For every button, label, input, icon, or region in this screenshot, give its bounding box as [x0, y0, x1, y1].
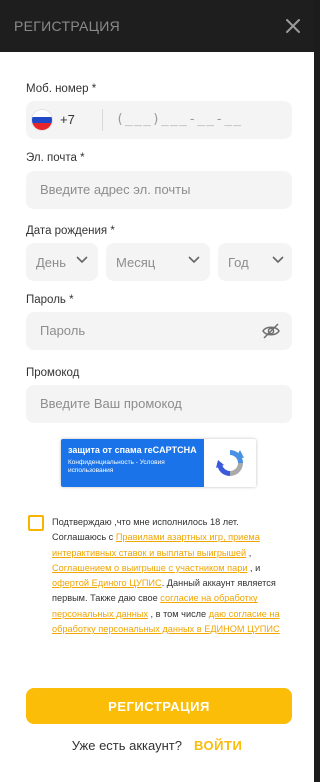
- eye-off-icon[interactable]: [262, 323, 280, 339]
- chevron-down-icon: [272, 256, 284, 264]
- password-field[interactable]: Пароль: [26, 312, 292, 350]
- day-select[interactable]: День: [26, 243, 98, 281]
- russia-flag-icon: [32, 110, 52, 130]
- year-select[interactable]: Год: [218, 243, 292, 281]
- recaptcha-links[interactable]: Конфиденциальность - Условия использован…: [68, 459, 197, 475]
- login-prompt: Уже есть аккаунт? ВОЙТИ: [0, 738, 314, 753]
- recaptcha-info: защита от спама reCAPTCHA Конфиденциальн…: [61, 439, 204, 487]
- phone-label: Моб. номер *: [26, 83, 97, 95]
- recaptcha-title: защита от спама reCAPTCHA: [68, 445, 197, 455]
- password-placeholder: Пароль: [40, 323, 86, 338]
- chevron-down-icon: [188, 256, 200, 264]
- promo-label: Промокод: [26, 367, 80, 379]
- login-link[interactable]: ВОЙТИ: [194, 738, 242, 753]
- registration-form: Моб. номер * +7 (___)___-__-__ Эл. почта…: [0, 52, 314, 782]
- register-button[interactable]: РЕГИСТРАЦИЯ: [26, 688, 292, 724]
- consent-text-part: ,: [246, 547, 252, 558]
- have-account-text: Уже есть аккаунт?: [71, 738, 182, 753]
- consent-checkbox[interactable]: [28, 515, 44, 531]
- phone-input[interactable]: (___)___-__-__: [116, 112, 242, 127]
- promo-placeholder: Введите Ваш промокод: [40, 396, 182, 411]
- email-field[interactable]: Введите адрес эл. почты: [26, 171, 292, 209]
- password-label: Пароль *: [26, 294, 74, 306]
- email-label: Эл. почта *: [26, 152, 85, 164]
- birthdate-label: Дата рождения *: [26, 225, 115, 237]
- winnings-agreement-link[interactable]: Соглашением о выигрыше с участником пари: [52, 563, 247, 573]
- recaptcha-logo-icon: [216, 450, 244, 476]
- offer-link[interactable]: офертой Единого ЦУПИС: [52, 578, 162, 588]
- chevron-down-icon: [76, 256, 88, 264]
- month-select[interactable]: Месяц: [106, 243, 210, 281]
- country-code: +7: [60, 112, 75, 127]
- recaptcha-widget[interactable]: защита от спама reCAPTCHA Конфиденциальн…: [61, 439, 256, 487]
- close-icon[interactable]: [282, 15, 304, 37]
- day-value: День: [36, 255, 66, 270]
- email-placeholder: Введите адрес эл. почты: [40, 182, 191, 197]
- modal-title: РЕГИСТРАЦИЯ: [14, 18, 121, 34]
- month-value: Месяц: [116, 255, 156, 270]
- phone-divider: [102, 109, 103, 131]
- promo-field[interactable]: Введите Ваш промокод: [26, 385, 292, 423]
- phone-field[interactable]: +7 (___)___-__-__: [26, 101, 292, 139]
- year-value: Год: [228, 255, 249, 270]
- consent-text-part: , в том числе: [147, 608, 209, 619]
- consent-text: Подтверждаю ,что мне исполнилось 18 лет.…: [52, 515, 292, 637]
- consent-text-part: , и: [247, 562, 261, 573]
- modal-header: РЕГИСТРАЦИЯ: [0, 0, 314, 52]
